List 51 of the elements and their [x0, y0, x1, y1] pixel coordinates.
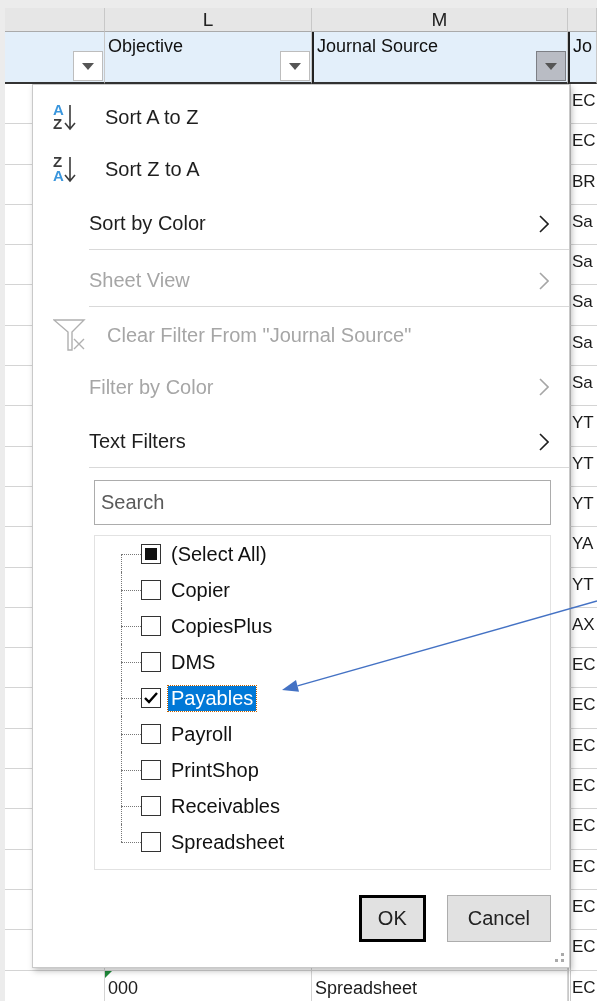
chevron-right-icon [539, 432, 549, 451]
menu-item[interactable]: Z A Sort Z to A [33, 143, 569, 195]
tree-connector [121, 788, 141, 824]
list-item[interactable]: Receivables [168, 793, 283, 819]
tree-connector [121, 608, 141, 644]
list-item[interactable]: PrintShop [168, 757, 262, 783]
checkbox[interactable] [141, 580, 161, 600]
checkbox[interactable] [141, 832, 161, 852]
filter-dropdown-button[interactable] [280, 51, 310, 81]
menu-item[interactable]: Sort by Color [33, 195, 569, 252]
tree-connector [121, 680, 141, 716]
header-cell: Journal Source [312, 32, 568, 84]
list-item[interactable]: (Select All) [168, 541, 270, 567]
caret-icon [289, 62, 301, 70]
list-item[interactable]: CopiesPlus [168, 613, 276, 639]
table-cell: EC [568, 970, 597, 1001]
chevron-right-icon [539, 378, 549, 396]
cancel-button[interactable]: Cancel [446, 895, 551, 942]
tree-connector [121, 572, 141, 608]
resize-grip-icon[interactable] [553, 953, 565, 963]
filter-dropdown-button[interactable] [536, 51, 566, 81]
column-letter[interactable]: M [312, 8, 568, 32]
menu-item[interactable]: Text Filters [33, 413, 569, 470]
chevron-right-icon [539, 214, 549, 233]
chevron-right-icon [539, 271, 549, 290]
checkbox[interactable] [141, 760, 161, 780]
ok-button[interactable]: OK [358, 895, 426, 942]
checkbox[interactable] [141, 796, 161, 816]
checkbox[interactable] [141, 724, 161, 744]
filter-dropdown-button[interactable] [73, 51, 103, 81]
column-letter[interactable]: L [105, 8, 312, 32]
header-cell: Jo [568, 32, 597, 84]
header-cell: Objective [105, 32, 312, 84]
list-item[interactable]: Copier [168, 577, 233, 603]
clear-filter-icon [53, 318, 87, 352]
checkbox[interactable] [141, 616, 161, 636]
checkbox[interactable] [141, 544, 161, 564]
caret-icon [82, 62, 94, 70]
list-item[interactable]: Payroll [168, 721, 236, 747]
list-item[interactable]: DMS [168, 649, 219, 675]
checkbox[interactable] [141, 688, 161, 708]
table-cell: Spreadsheet [312, 970, 568, 1001]
tree-connector [121, 752, 141, 788]
caret-icon [545, 62, 557, 70]
tree-connector [121, 716, 141, 752]
menu-item[interactable]: A Z Sort A to Z [33, 91, 569, 143]
list-item[interactable]: Spreadsheet [168, 829, 288, 855]
search-field[interactable]: Search [94, 480, 551, 525]
checkbox[interactable] [141, 652, 161, 672]
tree-connector [121, 644, 141, 680]
list-item[interactable]: Payables [168, 685, 257, 711]
